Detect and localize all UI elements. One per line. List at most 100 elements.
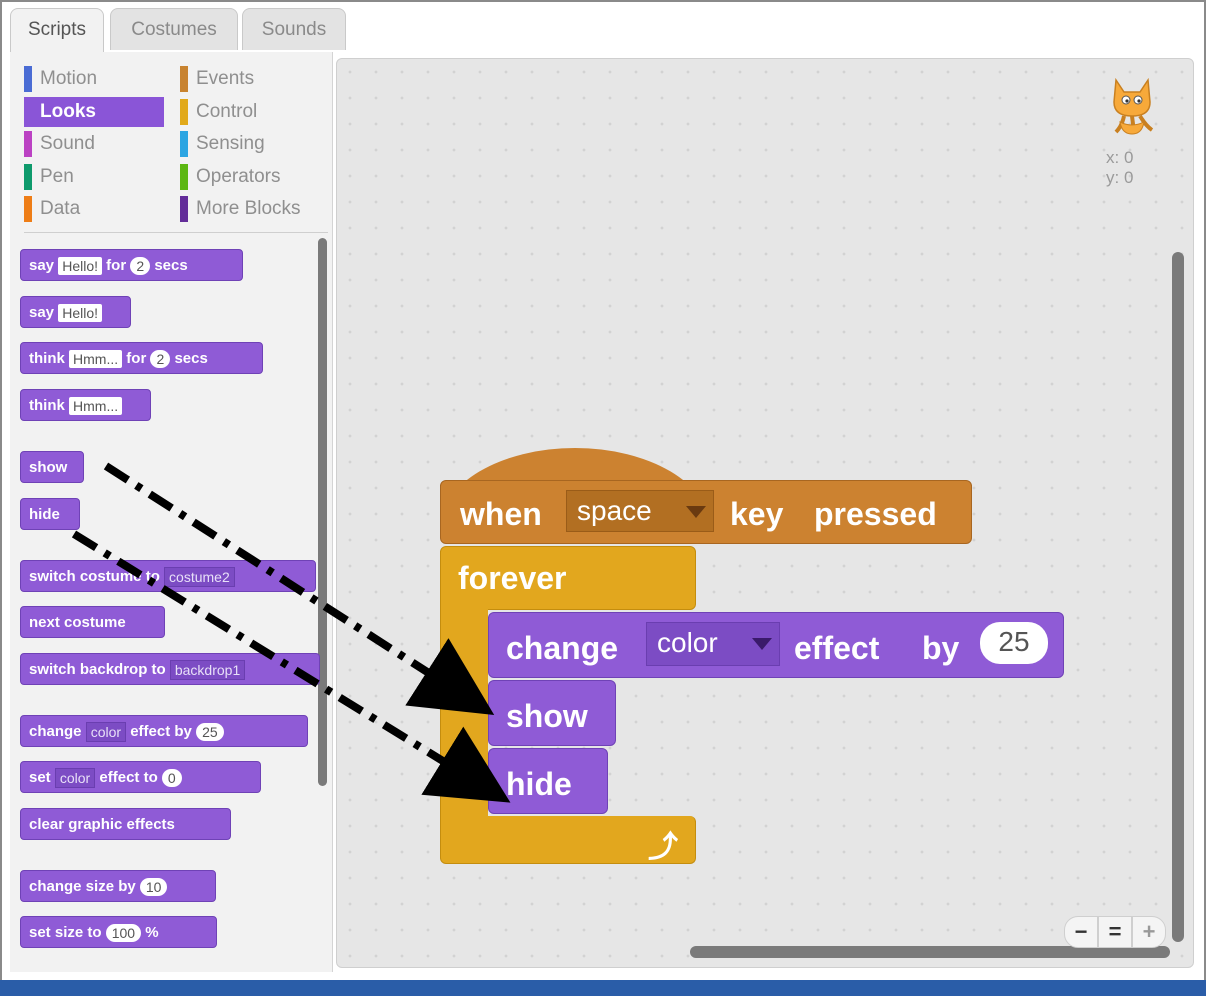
category-color-swatch: [180, 66, 188, 92]
category-label: Control: [196, 101, 258, 122]
block-keyword: set: [29, 769, 51, 786]
category-sound[interactable]: Sound: [24, 129, 164, 159]
palette-block-set-size[interactable]: set size to 100 %: [20, 916, 217, 948]
category-label: Pen: [40, 166, 74, 187]
category-color-swatch: [24, 196, 32, 222]
tab-scripts[interactable]: Scripts: [10, 8, 104, 54]
category-color-swatch: [180, 131, 188, 157]
palette-scrollbar[interactable]: [318, 238, 327, 786]
palette-block-think[interactable]: think Hmm...: [20, 389, 151, 421]
tab-sounds[interactable]: Sounds: [242, 8, 346, 50]
say-text-input[interactable]: Hello!: [58, 304, 102, 323]
block-keyword: think: [29, 397, 65, 414]
block-keyword: say: [29, 304, 55, 321]
block-keyword: set size to: [29, 924, 102, 941]
block-keyword: %: [145, 924, 159, 941]
category-color-swatch: [24, 66, 32, 92]
dropdown-arrow-icon: [752, 638, 772, 650]
palette-block-switch-backdrop[interactable]: switch backdrop to backdrop1: [20, 653, 320, 685]
effect-amount-input[interactable]: 25: [196, 723, 224, 742]
secs-number-input[interactable]: 2: [130, 257, 151, 276]
block-keyword: say: [29, 257, 55, 274]
category-label: Data: [40, 198, 81, 219]
category-color-swatch: [180, 164, 188, 190]
block-keyword: change: [506, 630, 619, 666]
block-keyword: change size by: [29, 878, 136, 895]
loop-arrow-icon: ⤴: [648, 831, 678, 864]
block-keyword: hide: [506, 766, 572, 802]
palette-block-say[interactable]: say Hello!: [20, 296, 131, 328]
category-label: More Blocks: [196, 198, 301, 219]
block-keyword: key: [730, 496, 784, 532]
category-color-swatch: [24, 131, 32, 157]
category-color-swatch: [180, 99, 188, 125]
category-pen[interactable]: Pen: [24, 162, 164, 192]
category-operators[interactable]: Operators: [180, 162, 320, 192]
block-keyword: when: [460, 496, 542, 532]
size-amount-input[interactable]: 10: [139, 878, 168, 897]
costume-dropdown[interactable]: costume2: [164, 567, 235, 588]
block-keyword: switch backdrop to: [29, 661, 166, 678]
effect-amount-input[interactable]: 0: [161, 769, 182, 788]
key-dropdown-value: space: [577, 495, 652, 526]
block-keyword: forever: [458, 560, 567, 596]
block-keyword: effect: [794, 630, 880, 666]
think-text-input[interactable]: Hmm...: [69, 397, 123, 416]
effect-dropdown[interactable]: color: [54, 768, 96, 789]
category-data[interactable]: Data: [24, 194, 164, 224]
sprite-x-readout: x: 0: [1106, 148, 1134, 167]
palette-block-think-for-secs[interactable]: think Hmm... for 2 secs: [20, 342, 263, 374]
zoom-reset-button[interactable]: =: [1098, 916, 1132, 948]
category-more-blocks[interactable]: More Blocks: [180, 194, 320, 224]
block-keyword: effect to: [99, 769, 158, 786]
effect-dropdown-value: color: [657, 627, 718, 658]
effect-amount-input[interactable]: 25: [980, 622, 1048, 664]
think-text-input[interactable]: Hmm...: [69, 350, 123, 369]
category-color-swatch: [180, 196, 188, 222]
sprite-y-readout: y: 0: [1106, 168, 1134, 187]
scripts-vertical-scrollbar[interactable]: [1172, 252, 1184, 942]
zoom-in-button[interactable]: +: [1132, 916, 1166, 948]
palette-block-change-size[interactable]: change size by 10: [20, 870, 216, 902]
category-divider: [24, 232, 328, 233]
block-keyword: secs: [154, 257, 188, 274]
category-looks[interactable]: Looks: [24, 97, 164, 127]
palette-block-set-effect[interactable]: set color effect to 0: [20, 761, 261, 793]
sprite-coordinates: x: 0 y: 0: [1106, 148, 1133, 188]
palette-block-switch-costume[interactable]: switch costume to costume2: [20, 560, 316, 592]
effect-dropdown[interactable]: color: [85, 722, 127, 743]
palette-block-change-effect[interactable]: change color effect by 25: [20, 715, 308, 747]
os-taskbar: [0, 980, 1206, 996]
category-color-swatch: [24, 164, 32, 190]
category-label: Sound: [40, 133, 95, 154]
block-keyword: for: [126, 350, 147, 367]
block-keyword: show: [506, 698, 588, 734]
block-keyword: effect by: [130, 723, 192, 740]
block-keyword: by: [922, 630, 960, 666]
palette-block-next-costume[interactable]: next costume: [20, 606, 165, 638]
palette-block-clear-graphic-effects[interactable]: clear graphic effects: [20, 808, 231, 840]
cat-sprite-icon: [1113, 77, 1154, 135]
category-sensing[interactable]: Sensing: [180, 129, 320, 159]
say-text-input[interactable]: Hello!: [58, 257, 102, 276]
category-label: Looks: [40, 101, 96, 122]
category-label: Events: [196, 68, 255, 89]
palette-block-hide[interactable]: hide: [20, 498, 80, 530]
secs-number-input[interactable]: 2: [150, 350, 171, 369]
forever-block-side: [440, 600, 488, 830]
category-label: Sensing: [196, 133, 265, 154]
palette-block-show[interactable]: show: [20, 451, 84, 483]
category-motion[interactable]: Motion: [24, 64, 164, 94]
palette-block-say-for-secs[interactable]: say Hello! for 2 secs: [20, 249, 243, 281]
block-keyword: for: [106, 257, 127, 274]
block-keyword: secs: [174, 350, 208, 367]
block-keyword: think: [29, 350, 65, 367]
category-events[interactable]: Events: [180, 64, 320, 94]
block-keyword: change: [29, 723, 82, 740]
zoom-out-button[interactable]: −: [1064, 916, 1098, 948]
block-keyword: switch costume to: [29, 568, 160, 585]
size-amount-input[interactable]: 100: [105, 924, 142, 943]
tab-costumes[interactable]: Costumes: [110, 8, 238, 50]
category-control[interactable]: Control: [180, 97, 320, 127]
backdrop-dropdown[interactable]: backdrop1: [169, 660, 246, 681]
